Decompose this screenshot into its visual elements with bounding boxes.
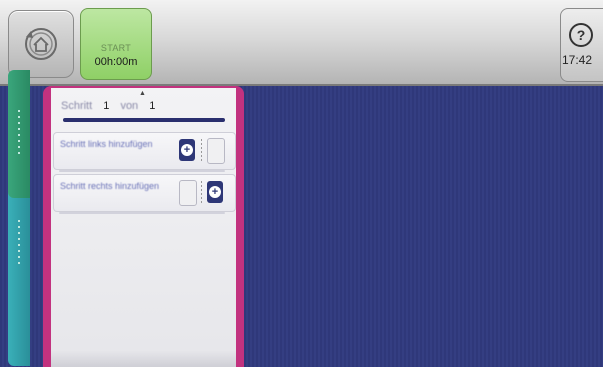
help-button[interactable]: ? 17:42 (560, 8, 603, 82)
grip-dots-icon (18, 220, 20, 264)
add-step-right-button[interactable]: + (207, 181, 223, 203)
home-button[interactable] (8, 10, 74, 78)
plus-circle-icon: + (209, 186, 221, 198)
step-progress-bar (63, 118, 225, 122)
start-button[interactable]: START 00h:00m (80, 8, 152, 80)
up-arrow-icon[interactable]: ▲ (139, 90, 146, 97)
add-step-left-label: Schritt links hinzufügen (60, 139, 153, 149)
plus-circle-icon: + (181, 144, 193, 156)
panel-footer (51, 351, 236, 367)
divider (201, 181, 202, 203)
clock-display: 17:42 (562, 53, 593, 67)
add-step-right-row[interactable]: Schritt rechts hinzufügen + (53, 174, 236, 212)
step-panel: ▲ Schritt 1 von 1 Schritt links hinzufüg… (43, 86, 244, 367)
current-step: 1 (103, 100, 110, 112)
step-header: ▲ Schritt 1 von 1 (51, 88, 236, 128)
step-slot (207, 138, 225, 164)
help-icon: ? (569, 23, 593, 47)
top-toolbar: START 00h:00m ? 17:42 (0, 0, 603, 86)
home-back-icon (25, 28, 57, 60)
row-divider (59, 212, 225, 214)
add-step-left-row[interactable]: Schritt links hinzufügen + (53, 132, 236, 170)
row-divider (59, 170, 225, 172)
step-word: Schritt (61, 100, 93, 112)
grip-dots-icon (18, 110, 20, 154)
total-steps: 1 (149, 100, 156, 112)
step-counter: Schritt 1 von 1 (61, 100, 163, 112)
divider (201, 139, 202, 161)
step-slot (179, 180, 197, 206)
add-step-right-label: Schritt rechts hinzufügen (60, 181, 160, 191)
add-step-left-button[interactable]: + (179, 139, 195, 161)
step-panel-content: ▲ Schritt 1 von 1 Schritt links hinzufüg… (51, 88, 236, 367)
of-word: von (120, 100, 139, 112)
timer-display: 00h:00m (94, 56, 138, 68)
start-label: START (100, 43, 132, 53)
side-tab-green[interactable] (8, 70, 30, 198)
